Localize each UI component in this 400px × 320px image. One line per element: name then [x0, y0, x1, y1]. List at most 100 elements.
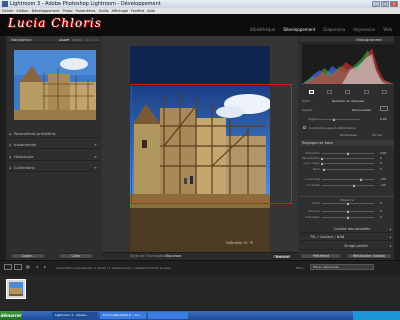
slider-knob[interactable]: [346, 152, 349, 155]
zoom-1-1[interactable]: 1:1: [85, 37, 90, 43]
filmstrip-thumbnail[interactable]: [6, 279, 26, 299]
aspect-lock-icon[interactable]: [380, 106, 388, 111]
histogram-graph: [302, 48, 394, 84]
basic-section-header[interactable]: Réglages de base: [300, 140, 394, 146]
slider-value[interactable]: 0: [380, 215, 382, 219]
slider-knob[interactable]: [359, 178, 362, 181]
histogram[interactable]: [302, 44, 394, 84]
grid-view-icon[interactable]: ▦: [26, 264, 30, 269]
taskbar-item-3[interactable]: [148, 312, 188, 319]
split-toning-label: Virage partiel: [344, 244, 368, 248]
adjustment-brush-icon[interactable]: [382, 89, 388, 94]
slider-knob[interactable]: [346, 216, 349, 219]
right-section-tone-curve[interactable]: Courbe des tonalités: [300, 226, 394, 233]
snapshots-add[interactable]: +: [94, 141, 97, 149]
navigator-header[interactable]: Navigateur ADAPT REMPL 1:1 2:1: [8, 37, 100, 43]
collections-add[interactable]: +: [94, 164, 97, 172]
module-web[interactable]: Web: [383, 27, 392, 32]
start-button[interactable]: démarrer: [0, 311, 22, 320]
slider-value[interactable]: 0: [380, 209, 382, 213]
aspect-label: Aspect :: [302, 108, 315, 112]
left-panel-toggle[interactable]: [0, 36, 6, 260]
slider-knob[interactable]: [320, 157, 323, 160]
slider-value[interactable]: 0: [380, 161, 382, 165]
module-print[interactable]: Impression: [353, 27, 375, 32]
filmstrip-photo: [9, 282, 23, 296]
crop-close-button[interactable]: Fermer: [372, 133, 383, 137]
slider-knob[interactable]: [346, 202, 349, 205]
photo-watermark: Valentin N. ©: [226, 240, 254, 245]
zoom-2-1[interactable]: 2:1: [93, 37, 98, 43]
slider-value[interactable]: 0: [380, 156, 382, 160]
filter-dropdown[interactable]: Filtres désactivés: [310, 264, 374, 270]
source-status[interactable]: Importation précédente / 1 photo / 1 sél…: [56, 266, 171, 270]
presence-divider: [300, 196, 394, 197]
window-title: Lightroom 3 - Adobe Photoshop Lightroom …: [10, 1, 161, 7]
slider-value[interactable]: +50: [380, 177, 386, 181]
maximize-button[interactable]: □: [381, 1, 389, 7]
back-arrow-icon[interactable]: ◂: [36, 264, 38, 269]
screen-2-icon[interactable]: [14, 264, 22, 270]
slider-value[interactable]: 0,00: [380, 151, 386, 155]
copy-button[interactable]: Copier...: [10, 253, 46, 259]
crop-overlay[interactable]: [131, 84, 292, 204]
done-button[interactable]: Terminé: [272, 254, 292, 259]
reset-button[interactable]: Réinitialiser (Adobe): [346, 253, 392, 259]
slider-knob[interactable]: [352, 184, 355, 187]
slider-track[interactable]: [322, 202, 374, 205]
slider-label: Saturation: [305, 215, 320, 219]
histogram-header[interactable]: Histogramme: [300, 37, 394, 43]
right-section-split-toning[interactable]: Virage partiel: [300, 243, 394, 250]
slider-value[interactable]: 0: [380, 201, 382, 205]
slider-track[interactable]: [322, 216, 374, 219]
red-eye-icon[interactable]: [345, 89, 351, 94]
slider-value[interactable]: +25: [380, 183, 386, 187]
aspect-dropdown[interactable]: Personnalisé: [352, 108, 371, 112]
left-section-history[interactable]: Historique ×: [8, 153, 100, 161]
slider-knob[interactable]: [346, 210, 349, 213]
constrain-checkbox[interactable]: [303, 126, 306, 129]
minimize-button[interactable]: _: [372, 1, 380, 7]
taskbar-browser[interactable]: Forum-RebelFest.fr • Co...: [100, 312, 146, 319]
crop-style-dropdown[interactable]: Tiquesse: [166, 253, 181, 260]
right-panel-toggle[interactable]: [394, 36, 400, 260]
slider-track[interactable]: [322, 210, 374, 213]
slider-label: Exposition: [305, 151, 320, 155]
taskbar-lightroom[interactable]: Lightroom 3 - Adobe...: [52, 312, 98, 319]
zoom-fit[interactable]: ADAPT: [59, 37, 69, 43]
slider-track[interactable]: [322, 184, 374, 187]
slider-track[interactable]: [322, 152, 374, 155]
navigator-preview[interactable]: [14, 50, 96, 120]
angle-slider[interactable]: [308, 118, 360, 121]
screen-1-icon[interactable]: [4, 264, 12, 270]
graduated-filter-icon[interactable]: [363, 89, 369, 94]
right-section-hsl[interactable]: TSL / Couleur / N&B: [300, 234, 394, 241]
module-slideshow[interactable]: Diaporama: [323, 27, 345, 32]
module-picker: Bibliothèque Développement Diaporama Imp…: [250, 27, 392, 32]
left-section-collections[interactable]: Collections +: [8, 164, 100, 172]
slider-track[interactable]: [322, 168, 374, 171]
crop-reset-button[interactable]: Réinitialiser: [340, 133, 358, 137]
window-titlebar: Lightroom 3 - Adobe Photoshop Lightroom …: [0, 0, 400, 8]
slider-label: Vibrance: [307, 209, 320, 213]
crop-tool-icon[interactable]: [308, 89, 314, 94]
angle-value[interactable]: 0,00: [380, 117, 387, 121]
slider-track[interactable]: [320, 162, 374, 165]
slider-value[interactable]: 5: [380, 167, 382, 171]
slider-knob[interactable]: [320, 162, 323, 165]
left-section-snapshots[interactable]: Instantanés +: [8, 141, 100, 149]
slider-track[interactable]: [320, 157, 374, 160]
slider-knob[interactable]: [323, 168, 326, 171]
presence-label: Présence: [340, 198, 354, 202]
spot-removal-icon[interactable]: [327, 89, 333, 94]
close-button[interactable]: ×: [390, 1, 398, 7]
paste-button[interactable]: Coller: [58, 253, 94, 259]
slider-track[interactable]: [322, 178, 374, 181]
module-library[interactable]: Bibliothèque: [250, 27, 275, 32]
module-develop[interactable]: Développement: [283, 27, 315, 32]
zoom-fill[interactable]: REMPL: [72, 37, 82, 43]
forward-arrow-icon[interactable]: ▸: [44, 264, 46, 269]
left-section-presets[interactable]: Paramètres prédéfinis: [8, 130, 100, 138]
history-clear[interactable]: ×: [94, 153, 97, 161]
previous-button[interactable]: Précédent: [300, 253, 342, 259]
